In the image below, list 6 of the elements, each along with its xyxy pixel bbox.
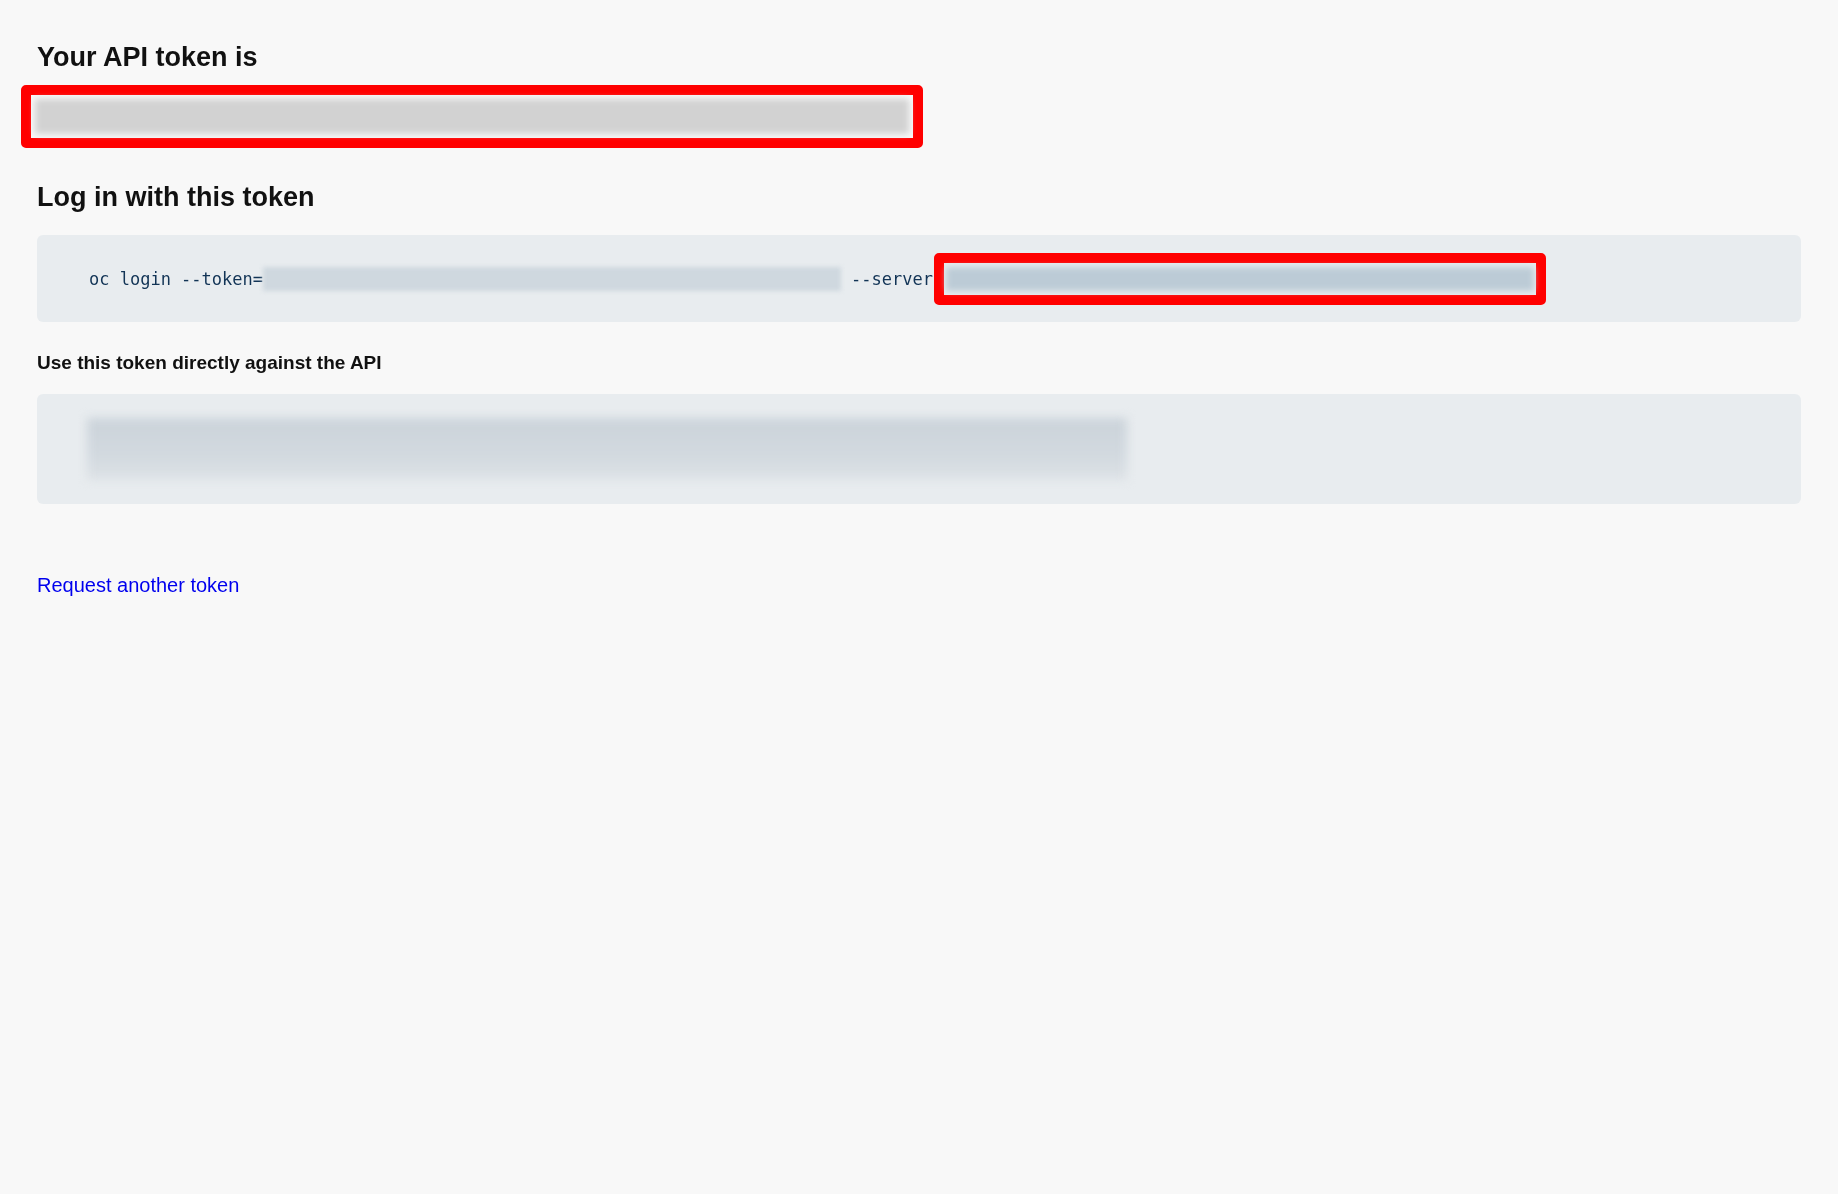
heading: Log in with this token xyxy=(37,182,316,213)
command-text: oc login --token= xyxy=(89,268,263,289)
command-text: --server xyxy=(851,268,933,289)
heading: Your API token is xyxy=(37,42,259,73)
subheading: Use this token directly against the API xyxy=(37,352,383,374)
request-token-link[interactable]: Request another token xyxy=(37,574,240,597)
